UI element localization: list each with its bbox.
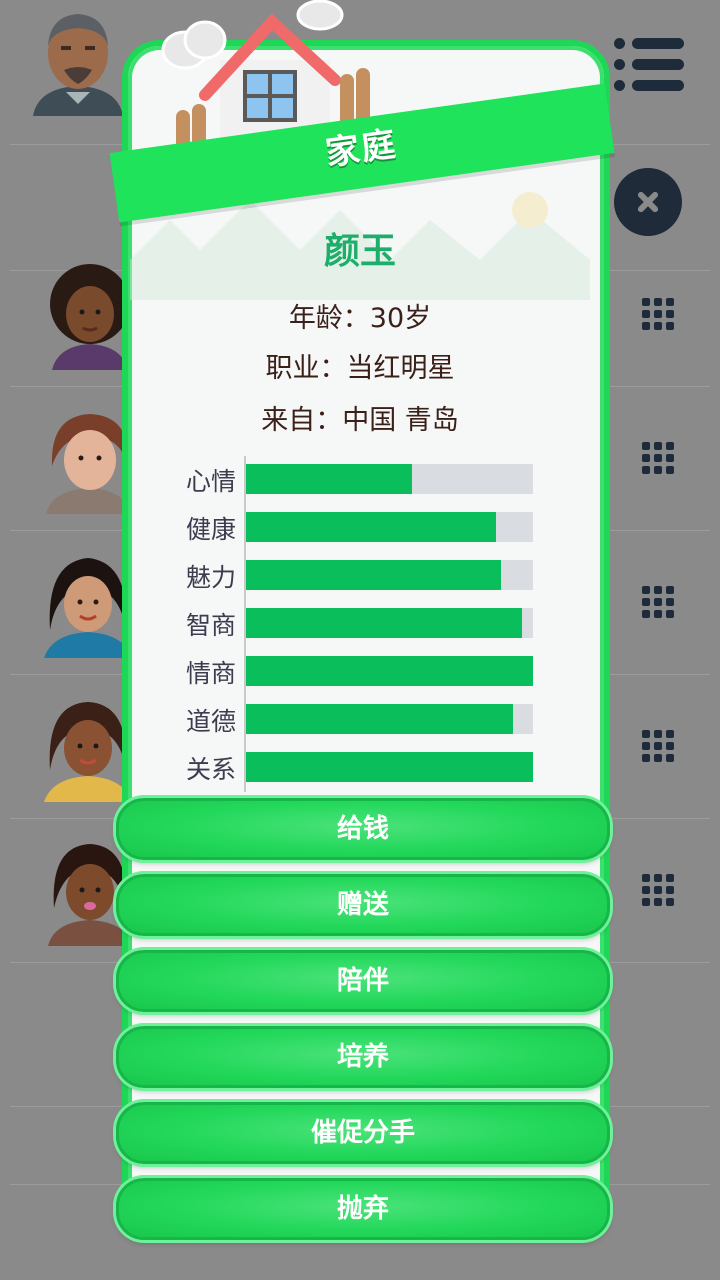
stat-fill (246, 656, 533, 686)
give-money-button[interactable]: 给钱 (116, 798, 610, 860)
stat-label: 关系 (185, 755, 236, 784)
stat-fill (246, 560, 502, 590)
stat-fill (246, 608, 522, 638)
stat-fill (246, 752, 533, 782)
stat-iq: 智商 (170, 600, 550, 648)
stat-label: 心情 (185, 467, 236, 496)
stat-track (246, 704, 533, 734)
avatar (33, 14, 123, 116)
stat-label: 魅力 (185, 563, 236, 592)
stat-track (246, 512, 533, 542)
stat-track (246, 656, 533, 686)
accompany-button[interactable]: 陪伴 (116, 950, 610, 1012)
grid-icon[interactable] (642, 586, 676, 620)
stat-fill (246, 464, 413, 494)
stat-morality: 道德 (170, 696, 550, 744)
stat-health: 健康 (170, 504, 550, 552)
grid-icon[interactable] (642, 874, 676, 908)
origin-text: 来自：中国 青岛 (261, 405, 459, 436)
stat-track (246, 608, 533, 638)
stat-label: 道德 (185, 707, 236, 736)
grid-icon[interactable] (642, 442, 676, 476)
stat-fill (246, 512, 496, 542)
stat-fill (246, 704, 513, 734)
gift-button[interactable]: 赠送 (116, 874, 610, 936)
stat-relationship: 关系 (170, 744, 550, 792)
stat-track (246, 752, 533, 782)
cultivate-button[interactable]: 培养 (116, 1026, 610, 1088)
grid-icon[interactable] (642, 730, 676, 764)
urge-breakup-button[interactable]: 催促分手 (116, 1102, 610, 1164)
age-text: 年龄：30岁 (288, 303, 432, 334)
stat-charm: 魅力 (170, 552, 550, 600)
stat-track (246, 560, 533, 590)
member-name: 颜玉 (323, 231, 396, 272)
stat-label: 智商 (185, 611, 236, 640)
grid-icon[interactable] (642, 298, 676, 332)
stat-label: 情商 (185, 659, 236, 688)
close-icon[interactable] (614, 168, 682, 236)
menu-icon[interactable] (614, 38, 684, 92)
abandon-button[interactable]: 抛弃 (116, 1178, 610, 1240)
stat-mood: 心情 (170, 456, 550, 504)
stat-eq: 情商 (170, 648, 550, 696)
occupation-text: 职业：当红明星 (265, 353, 455, 384)
stat-track (246, 464, 533, 494)
stat-label: 健康 (185, 515, 236, 544)
